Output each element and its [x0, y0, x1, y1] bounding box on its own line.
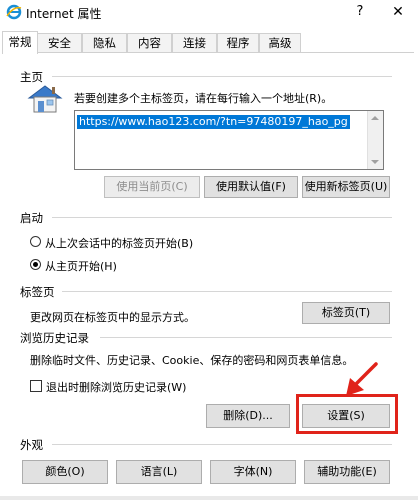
dialog-bottom-edge: [0, 496, 418, 500]
scroll-up-arrow-icon: [371, 116, 379, 120]
tab-programs[interactable]: 程序: [217, 33, 259, 53]
home-page-url-textarea[interactable]: https://www.hao123.com/?tn=97480197_hao_…: [74, 110, 384, 170]
delete-history-button[interactable]: 删除(D)...: [206, 404, 290, 428]
startup-group-label: 启动: [20, 211, 43, 225]
tab-content[interactable]: 内容: [127, 33, 172, 53]
home-page-url-value: https://www.hao123.com/?tn=97480197_hao_…: [77, 115, 350, 129]
scroll-down-arrow-icon: [371, 160, 379, 164]
history-group-label: 浏览历史记录: [20, 331, 89, 345]
window-title: Internet 属性: [26, 7, 102, 21]
tabs-group-label: 标签页: [20, 285, 55, 299]
radio-selected-dot: [33, 262, 38, 267]
tab-connections[interactable]: 连接: [172, 33, 217, 53]
tab-security[interactable]: 安全: [37, 33, 82, 53]
home-instruction: 若要创建多个主标签页，请在每行输入一个地址(R)。: [74, 92, 333, 105]
colors-button[interactable]: 颜色(O): [22, 460, 108, 484]
use-new-tab-button[interactable]: 使用新标签页(U): [302, 176, 390, 198]
history-description: 删除临时文件、历史记录、Cookie、保存的密码和网页表单信息。: [30, 354, 354, 367]
home-separator: [52, 76, 392, 77]
appearance-separator: [52, 444, 392, 445]
use-default-button[interactable]: 使用默认值(F): [204, 176, 298, 198]
delete-history-on-exit-label: 退出时删除浏览历史记录(W): [46, 381, 187, 394]
url-scrollbar[interactable]: [367, 111, 383, 169]
tabs-separator: [62, 291, 392, 292]
accessibility-button[interactable]: 辅助功能(E): [304, 460, 390, 484]
startup-separator: [52, 217, 392, 218]
close-button[interactable]: ✕: [384, 1, 412, 23]
radio-home-page[interactable]: [30, 259, 41, 270]
tab-advanced[interactable]: 高级: [259, 33, 301, 53]
use-current-page-button[interactable]: 使用当前页(C): [104, 176, 200, 198]
fonts-button[interactable]: 字体(N): [210, 460, 296, 484]
help-button[interactable]: ?: [348, 1, 372, 23]
tabs-settings-button[interactable]: 标签页(T): [302, 302, 390, 324]
tab-general[interactable]: 常规: [2, 31, 38, 54]
history-separator: [100, 337, 392, 338]
tab-strip-border: [2, 52, 414, 53]
home-icon: [26, 84, 64, 114]
appearance-group-label: 外观: [20, 438, 43, 452]
radio-last-session[interactable]: [30, 236, 41, 247]
internet-explorer-icon: [6, 4, 22, 20]
delete-history-on-exit-checkbox[interactable]: [30, 380, 42, 392]
home-group-label: 主页: [20, 70, 43, 84]
radio-last-session-label: 从上次会话中的标签页开始(B): [45, 237, 194, 250]
radio-home-page-label: 从主页开始(H): [45, 260, 117, 273]
languages-button[interactable]: 语言(L): [116, 460, 202, 484]
tabs-description: 更改网页在标签页中的显示方式。: [30, 311, 195, 324]
annotation-arrow-icon: [340, 360, 380, 400]
tab-privacy[interactable]: 隐私: [82, 33, 127, 53]
